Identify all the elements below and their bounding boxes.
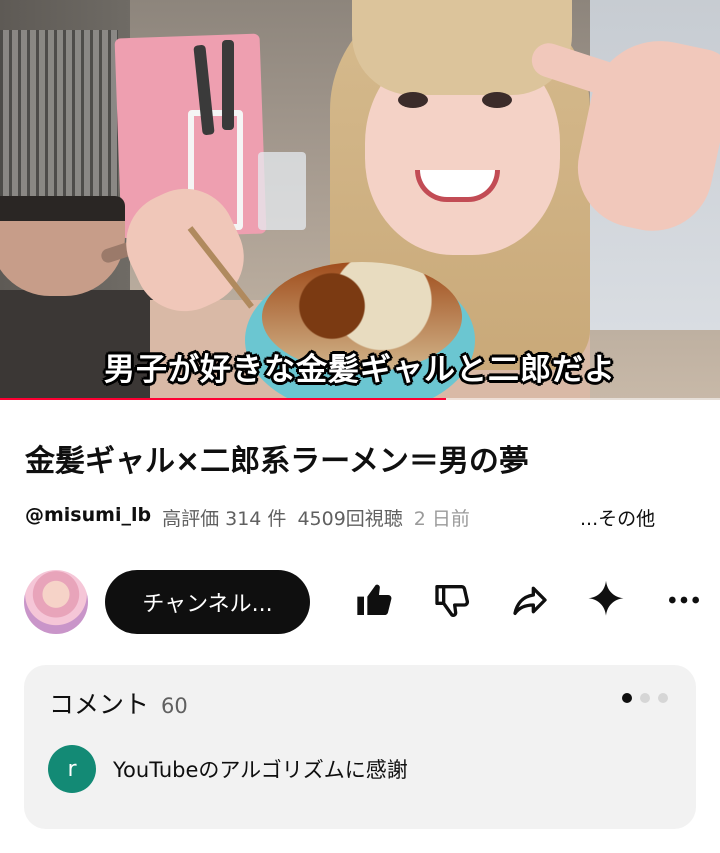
pagination-dot-active: [622, 693, 632, 703]
comment-text: YouTubeのアルゴリズムに感謝: [113, 758, 408, 782]
like-count: 高評価 314 件: [162, 508, 287, 530]
comments-title: コメント: [49, 690, 150, 719]
upload-age: 2 日前: [413, 508, 470, 530]
channel-avatar[interactable]: [24, 570, 88, 634]
comments-header: コメント 60: [49, 685, 188, 721]
pagination-dot: [640, 693, 650, 703]
video-caption: 男子が好きな金髪ギャルと二郎だよ: [104, 352, 616, 388]
video-title[interactable]: 金髪ギャル×二郎系ラーメン＝男の夢: [25, 440, 705, 484]
video-metadata[interactable]: @misumi_lb 高評価 314 件 4509回視聴 2 日前 ...その他: [25, 504, 655, 531]
like-icon[interactable]: [352, 578, 396, 622]
progress-bar[interactable]: [0, 398, 720, 400]
dislike-icon[interactable]: [430, 578, 474, 622]
video-scene-eye: [482, 92, 512, 108]
more-link[interactable]: ...その他: [580, 504, 655, 531]
channel-button[interactable]: チャンネル...: [105, 570, 310, 634]
comments-panel[interactable]: コメント 60 r YouTubeのアルゴリズムに感謝: [24, 665, 696, 829]
view-count: 4509回視聴: [297, 508, 403, 530]
channel-handle[interactable]: @misumi_lb: [25, 504, 151, 531]
more-icon[interactable]: [662, 578, 706, 622]
pagination-dots: [622, 693, 668, 703]
video-player[interactable]: 男子が好きな金髪ギャルと二郎だよ: [0, 0, 720, 400]
progress-bar-fill: [0, 398, 447, 400]
video-scene-cup: [258, 152, 306, 230]
share-icon[interactable]: [508, 578, 552, 622]
video-scene-knife: [222, 40, 234, 130]
sparkle-icon[interactable]: [584, 578, 628, 622]
video-scene-shelf: [0, 30, 118, 215]
commenter-avatar: r: [48, 745, 96, 793]
comments-count: 60: [161, 694, 188, 718]
video-scene-eye: [398, 92, 428, 108]
pagination-dot: [658, 693, 668, 703]
